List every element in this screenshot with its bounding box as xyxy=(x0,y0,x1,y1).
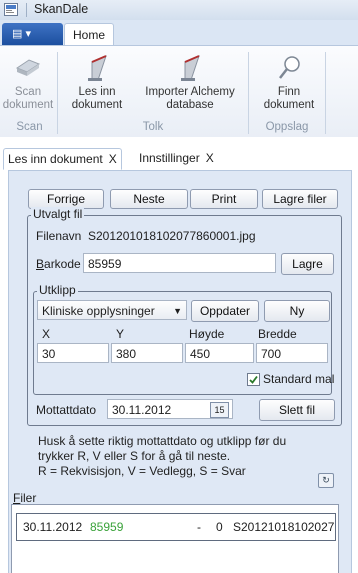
tab-settings-label: Innstillinger xyxy=(139,151,200,165)
header-width: Bredde xyxy=(258,327,297,341)
file-barcode: 85959 xyxy=(90,520,124,534)
app-icon xyxy=(4,3,18,16)
save-barcode-button[interactable]: Lagre xyxy=(281,253,334,275)
next-button-label: Neste xyxy=(133,192,165,206)
tab-home[interactable]: Home xyxy=(64,23,114,46)
standard-template-label: Standard mal xyxy=(263,372,335,386)
calendar-day: 15 xyxy=(214,405,225,415)
tab-read-document-label: Les inn dokument xyxy=(8,152,103,166)
checkmark-icon xyxy=(249,375,258,384)
next-button[interactable]: Neste xyxy=(110,189,188,209)
clip-height-input[interactable]: 450 xyxy=(185,343,254,363)
window-title: SkanDale xyxy=(34,2,89,16)
document-tabs: Les inn dokument X Innstillinger X xyxy=(0,137,358,170)
file-name: S20121018102027786 xyxy=(233,520,335,534)
group-oppslag-label: Oppslag xyxy=(265,121,309,133)
group-tolk-label: Tolk xyxy=(142,121,164,133)
calendar-icon[interactable]: 15 xyxy=(210,402,229,418)
application-menu-button[interactable]: ▤ ▾ xyxy=(2,23,63,45)
header-height: Høyde xyxy=(189,327,225,341)
scan-document-button[interactable]: Scan dokument xyxy=(2,54,54,112)
info-line-1: Husk å sette riktig mottattdato og utkli… xyxy=(38,434,287,448)
find-document-button[interactable]: Finn dokument xyxy=(260,54,318,112)
tab-read-document[interactable]: Les inn dokument X xyxy=(3,148,122,170)
header-x: X xyxy=(42,327,51,341)
scan-document-label: Scan dokument xyxy=(2,86,54,111)
header-y: Y xyxy=(116,327,125,341)
read-document-button[interactable]: Les inn dokument xyxy=(70,54,124,112)
clip-y-input[interactable]: 380 xyxy=(111,343,183,363)
clip-x-input[interactable]: 30 xyxy=(37,343,109,363)
received-date-value: 30.11.2012 xyxy=(112,403,172,417)
standard-template-checkbox[interactable] xyxy=(247,373,260,386)
scanner-icon xyxy=(15,59,41,76)
import-alchemy-label: Importer Alchemy database xyxy=(145,86,235,111)
new-clip-button[interactable]: Ny xyxy=(264,300,330,322)
print-button-label: Print xyxy=(211,192,237,206)
delete-file-button[interactable]: Slett fil xyxy=(259,399,335,421)
app-menu-icon: ▤ ▾ xyxy=(12,28,31,40)
clip-width-input[interactable]: 700 xyxy=(256,343,328,363)
import-database-icon xyxy=(181,55,200,81)
file-dash: - xyxy=(197,520,201,534)
refresh-icon[interactable]: ↻ xyxy=(318,473,334,488)
tab-settings-close[interactable]: X xyxy=(206,151,214,165)
update-button[interactable]: Oppdater xyxy=(191,300,259,322)
tab-settings[interactable]: Innstillinger X xyxy=(135,148,218,168)
filename-value: S201201018102077860001.jpg xyxy=(88,229,256,243)
search-icon xyxy=(279,56,300,79)
read-document-label: Les inn dokument xyxy=(71,86,123,111)
save-files-button-label: Lagre filer xyxy=(273,192,327,206)
update-button-label: Oppdater xyxy=(199,304,251,318)
group-scan-label: Scan xyxy=(16,121,43,133)
clip-legend: Utklipp xyxy=(37,283,78,297)
title-bar: SkanDale xyxy=(0,0,358,21)
barcode-label: Barkode xyxy=(36,257,81,271)
chevron-down-icon: ▼ xyxy=(173,306,182,316)
new-clip-button-label: Ny xyxy=(289,304,305,318)
files-label: Filer xyxy=(13,491,37,505)
file-count: 0 xyxy=(216,520,223,534)
received-date-label: Mottattdato xyxy=(36,403,97,417)
ribbon-tab-row: ▤ ▾ Home xyxy=(0,20,358,46)
import-alchemy-button[interactable]: Importer Alchemy database xyxy=(142,54,238,112)
read-document-icon xyxy=(88,55,107,81)
tab-read-document-close[interactable]: X xyxy=(109,152,117,166)
delete-file-label: Slett fil xyxy=(278,403,315,417)
barcode-input[interactable]: 85959 xyxy=(83,253,276,273)
print-button[interactable]: Print xyxy=(190,189,258,209)
selected-file-legend: Utvalgt fil xyxy=(31,207,85,221)
previous-button[interactable]: Forrige xyxy=(28,189,104,209)
list-item[interactable]: 30.11.2012 85959 - 0 S20121018102027786 xyxy=(16,513,336,541)
ribbon: Scan dokument Les inn dokument Importer … xyxy=(0,45,358,139)
files-list[interactable]: 30.11.2012 85959 - 0 S20121018102027786 xyxy=(11,504,339,573)
save-files-button[interactable]: Lagre filer xyxy=(262,189,338,209)
filename-label: Filenavn xyxy=(36,229,82,243)
clip-type-value: Kliniske opplysninger xyxy=(42,304,155,318)
file-date: 30.11.2012 xyxy=(23,520,83,534)
save-barcode-label: Lagre xyxy=(292,257,323,271)
previous-button-label: Forrige xyxy=(46,192,85,206)
info-line-2: trykker R, V eller S for å gå til neste. xyxy=(38,449,231,463)
info-line-3: R = Rekvisisjon, V = Vedlegg, S = Svar xyxy=(38,464,246,478)
clip-type-select[interactable]: Kliniske opplysninger ▼ xyxy=(37,300,187,320)
find-document-label: Finn dokument xyxy=(263,86,315,111)
